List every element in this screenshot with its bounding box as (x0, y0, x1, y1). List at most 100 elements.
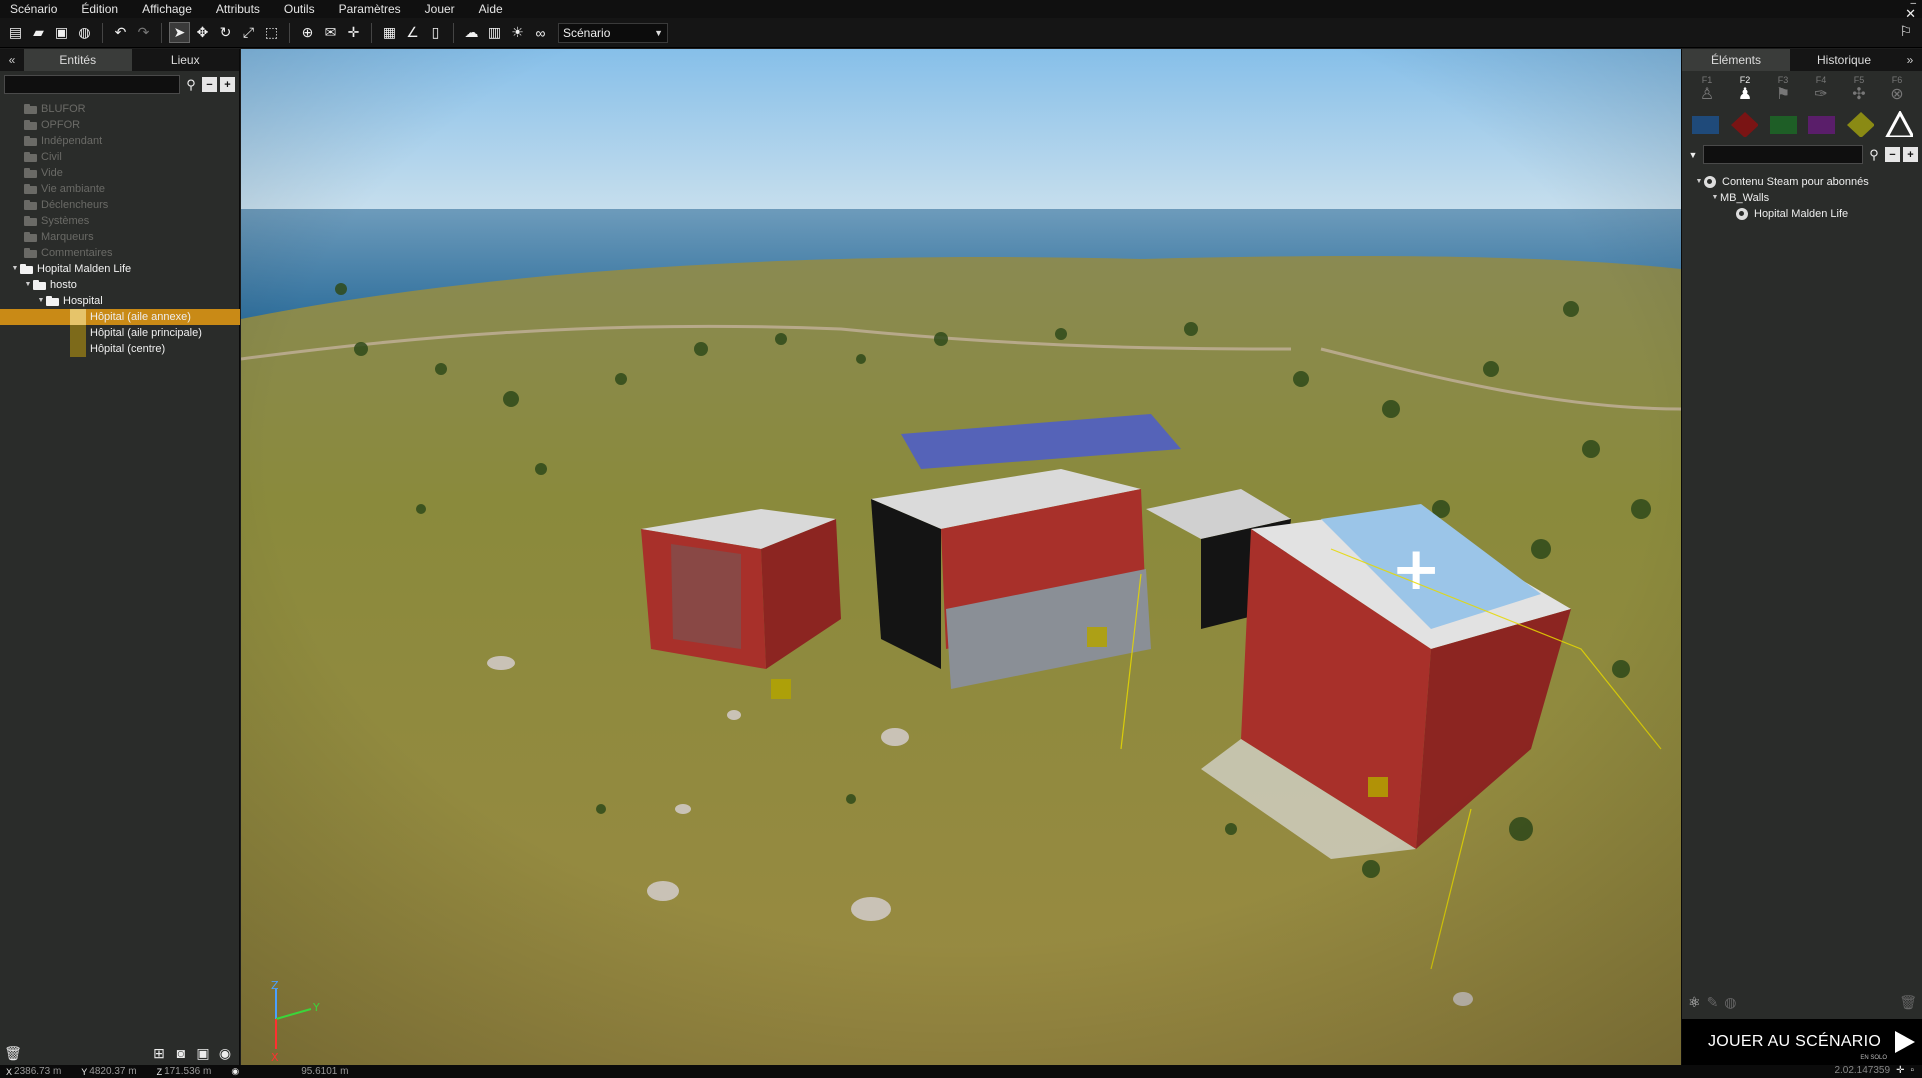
search-icon[interactable]: ⚲ (183, 77, 199, 93)
expand-all-icon[interactable]: + (1903, 147, 1918, 162)
tree-folder-item[interactable]: ▼ Hospital (0, 293, 240, 309)
asset-category-f1[interactable]: F1 ♙ (1690, 75, 1724, 105)
expand-arrow-icon[interactable]: ▼ (23, 277, 33, 293)
asset-category-f2[interactable]: F2 ♟ (1728, 75, 1762, 105)
rotate-icon[interactable]: ↻ (216, 23, 235, 42)
faction-custom-icon[interactable] (1884, 111, 1913, 137)
expand-all-icon[interactable]: + (220, 77, 235, 92)
vertical-ruler-icon[interactable]: ▯ (426, 23, 445, 42)
tree-entity-item[interactable]: Hôpital (aile annexe) (0, 309, 240, 325)
asset-tree-item[interactable]: ▼ Contenu Steam pour abonnés (1682, 174, 1922, 190)
expand-arrow-icon[interactable]: ▼ (1694, 174, 1704, 190)
menu-item-6[interactable]: Jouer (413, 0, 467, 18)
menu-item-1[interactable]: Édition (69, 0, 130, 18)
tab-locations[interactable]: Lieux (132, 49, 240, 71)
folder-icon (46, 296, 59, 306)
tree-layer-item[interactable]: Commentaires (0, 245, 240, 261)
new-folder-icon[interactable]: ⊞ (148, 1045, 170, 1062)
map-textures-icon[interactable]: ▥ (485, 23, 504, 42)
layout-icon[interactable]: ▫ (1910, 1065, 1914, 1076)
menu-item-2[interactable]: Affichage (130, 0, 204, 18)
coord-x: X 2386.73 m (0, 1066, 61, 1077)
tree-layer-item[interactable]: Vie ambiante (0, 181, 240, 197)
mail-icon[interactable]: ✉ (321, 23, 340, 42)
select-icon[interactable]: ➤ (169, 22, 190, 43)
play-scenario-button[interactable]: JOUER AU SCÉNARIO EN SOLO (1682, 1019, 1922, 1065)
tree-layer-item[interactable]: Systèmes (0, 213, 240, 229)
faction-empty-icon[interactable] (1846, 111, 1874, 137)
scale-icon[interactable]: ⤢ (239, 23, 258, 42)
delete-icon[interactable]: 🗑 (1899, 994, 1917, 1011)
search-icon[interactable]: ⚲ (1866, 147, 1882, 163)
redo-icon[interactable]: ↷ (134, 23, 153, 42)
steam-publish-icon[interactable]: ◍ (75, 23, 94, 42)
tree-layer-item[interactable]: BLUFOR (0, 101, 240, 117)
expand-arrow-icon[interactable]: ▼ (10, 261, 20, 277)
vertical-snap-icon[interactable]: ✛ (344, 23, 363, 42)
compositions-icon[interactable]: ⚛ (1688, 994, 1701, 1011)
tab-assets[interactable]: Éléments (1682, 49, 1790, 71)
tab-history[interactable]: Historique (1790, 49, 1898, 71)
menu-item-0[interactable]: Scénario (0, 0, 69, 18)
asset-category-f4[interactable]: F4 ✑ (1804, 75, 1838, 105)
grid-icon[interactable]: ▦ (380, 23, 399, 42)
tree-layer-item[interactable]: Civil (0, 149, 240, 165)
asset-tree-item[interactable]: ▼ MB_Walls (1682, 190, 1922, 206)
vision-mode-icon[interactable]: ∞ (531, 23, 550, 42)
chevron-down-icon[interactable]: ▼ (1686, 150, 1700, 160)
grid-snap-icon[interactable]: ✛ (1896, 1065, 1904, 1076)
camera-icon[interactable]: ◙ (170, 1045, 192, 1061)
tree-entity-item[interactable]: Hôpital (aile principale) (0, 325, 240, 341)
unit-icon: ♙ (1699, 86, 1715, 103)
menu-item-4[interactable]: Outils (272, 0, 327, 18)
tree-entity-item[interactable]: Hôpital (centre) (0, 341, 240, 357)
collapse-all-icon[interactable]: − (202, 77, 217, 92)
expand-arrow-icon[interactable]: ▼ (36, 293, 46, 309)
asset-category-f3[interactable]: F3 ⚑ (1766, 75, 1800, 105)
save-icon[interactable]: ▣ (52, 23, 71, 42)
lock-icon[interactable]: ▣ (192, 1045, 214, 1062)
notification-icon[interactable]: ⚐ (1899, 23, 1912, 40)
publish-icon[interactable]: ◍ (1724, 994, 1736, 1011)
angle-snap-icon[interactable]: ∠ (403, 23, 422, 42)
asset-category-f5[interactable]: F5 ✣ (1842, 75, 1876, 105)
tree-layer-item[interactable]: OPFOR (0, 117, 240, 133)
tree-folder-item[interactable]: ▼ hosto (0, 277, 240, 293)
tree-layer-item[interactable]: Marqueurs (0, 229, 240, 245)
weather-icon[interactable]: ☁ (462, 23, 481, 42)
faction-blufor-icon[interactable] (1691, 111, 1720, 137)
tree-layer-item[interactable]: Vide (0, 165, 240, 181)
collapse-all-icon[interactable]: − (1885, 147, 1900, 162)
lighting-icon[interactable]: ☀ (508, 23, 527, 42)
visibility-icon[interactable]: ◉ (214, 1045, 236, 1062)
tab-entities[interactable]: Entités (24, 49, 132, 71)
move-icon[interactable]: ✥ (193, 23, 212, 42)
globe-icon[interactable]: ⊕ (298, 23, 317, 42)
faction-opfor-icon[interactable] (1730, 111, 1758, 137)
new-file-icon[interactable]: ▤ (6, 23, 25, 42)
asset-category-f6[interactable]: F6 ⊗ (1880, 75, 1914, 105)
menu-item-7[interactable]: Aide (467, 0, 515, 18)
undo-icon[interactable]: ↶ (111, 23, 130, 42)
faction-independent-icon[interactable] (1769, 111, 1797, 137)
3d-viewport[interactable]: + Z Y (241, 49, 1681, 1065)
tree-folder-item[interactable]: ▼ Hopital Malden Life (0, 261, 240, 277)
tree-layer-item[interactable]: Déclencheurs (0, 197, 240, 213)
collapse-right-panel-button[interactable]: » (1898, 53, 1922, 67)
steam-icon (1736, 208, 1748, 220)
asset-tree-item[interactable]: Hopital Malden Life (1682, 206, 1922, 222)
menu-item-5[interactable]: Paramètres (327, 0, 413, 18)
tree-layer-item[interactable]: Indépendant (0, 133, 240, 149)
area-select-icon[interactable]: ⬚ (262, 23, 281, 42)
collapse-left-panel-button[interactable]: « (0, 53, 24, 67)
faction-civilian-icon[interactable] (1807, 111, 1836, 137)
edit-icon[interactable]: ✎ (1707, 994, 1719, 1011)
entities-search-input[interactable] (4, 75, 180, 94)
folder-icon (24, 104, 37, 114)
mode-dropdown[interactable]: Scénario ▼ (558, 22, 668, 43)
open-folder-icon[interactable]: ▰ (29, 23, 48, 42)
menu-item-3[interactable]: Attributs (204, 0, 272, 18)
assets-search-input[interactable] (1703, 145, 1863, 164)
delete-icon[interactable]: 🗑 (2, 1045, 24, 1062)
expand-arrow-icon[interactable]: ▼ (1710, 190, 1720, 206)
